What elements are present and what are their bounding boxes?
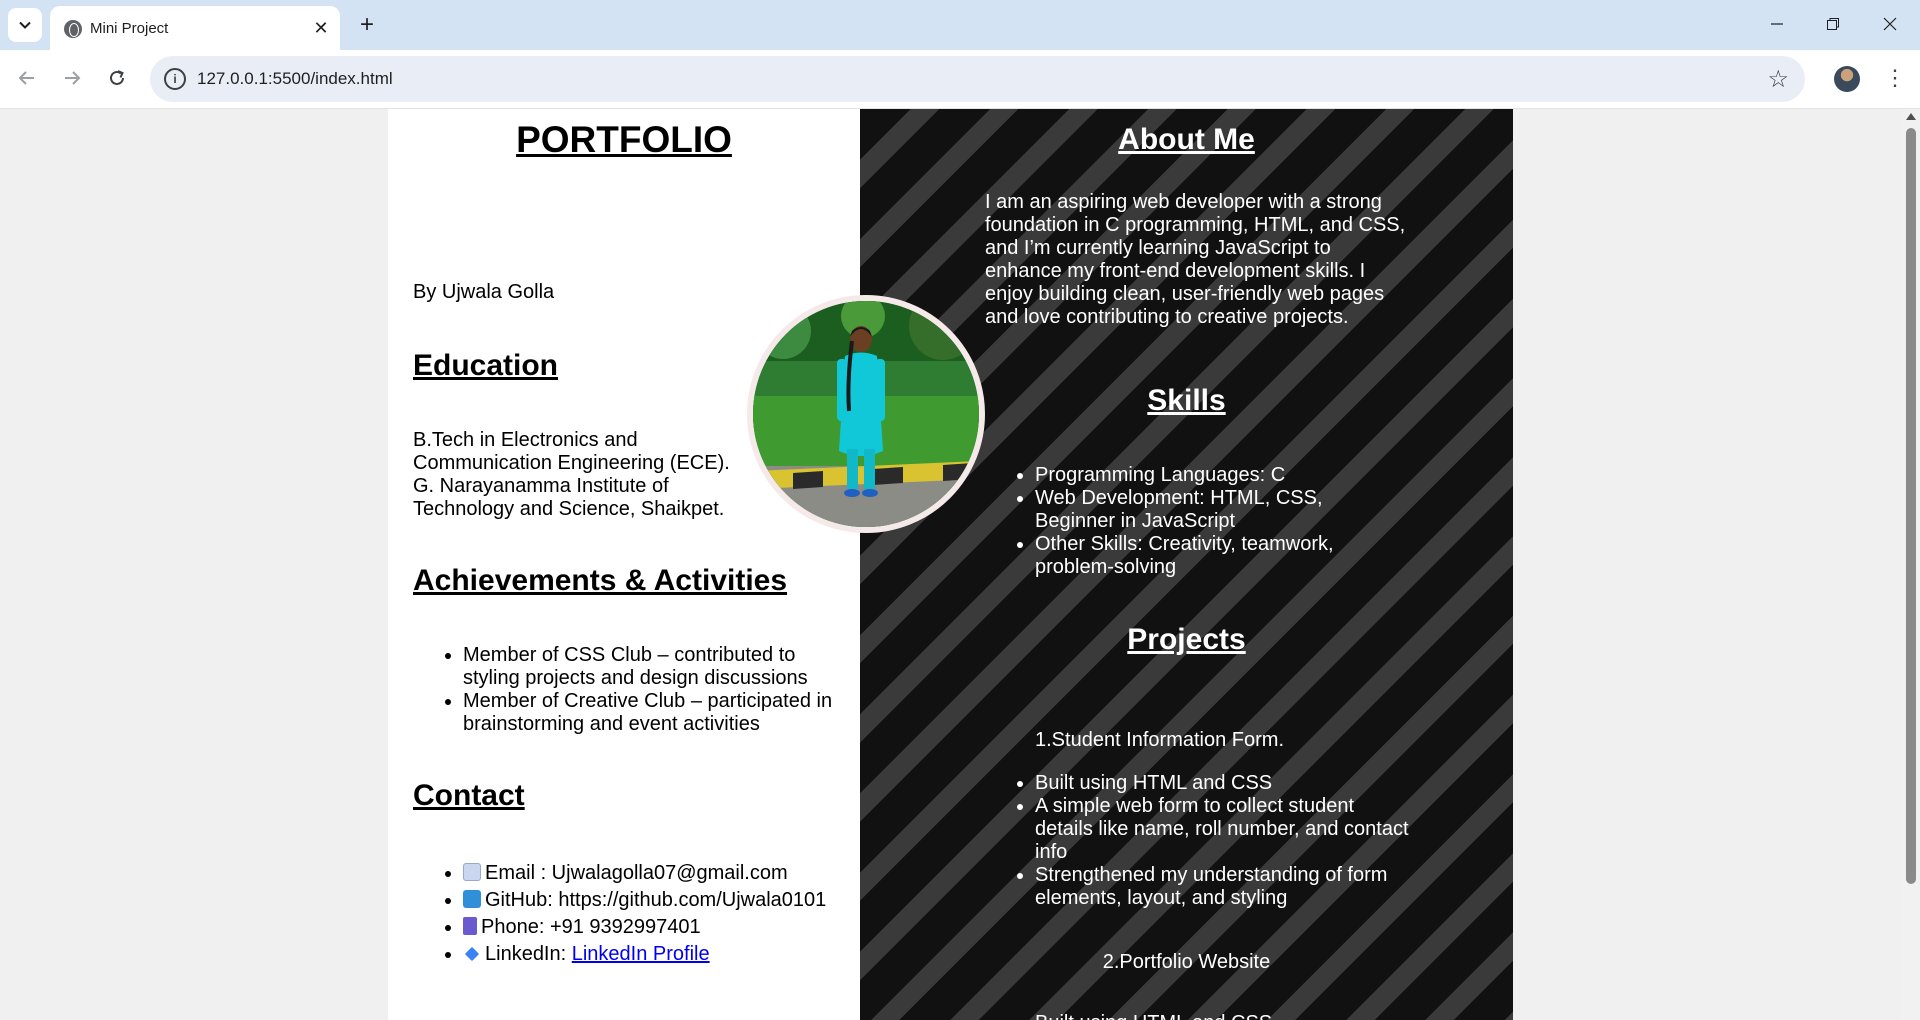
contact-github: GitHub: https://github.com/Ujwala0101 — [485, 889, 827, 911]
contact-linkedin-label: LinkedIn: — [485, 943, 572, 965]
arrow-left-icon — [18, 71, 34, 85]
email-icon — [463, 863, 481, 881]
education-line: B.Tech in Electronics and — [413, 429, 638, 451]
scroll-up-arrow-icon[interactable] — [1906, 113, 1916, 120]
education-text: B.Tech in Electronics and Communication … — [413, 429, 773, 521]
browser-tab-active[interactable]: Mini Project ✕ — [50, 6, 340, 50]
profile-avatar[interactable] — [1834, 66, 1860, 92]
chevron-down-icon — [19, 21, 31, 29]
about-heading: About Me — [1118, 123, 1255, 156]
contact-github-item: GitHub: https://github.com/Ujwala0101 — [463, 887, 858, 914]
globe-icon — [64, 20, 82, 38]
phone-icon — [463, 917, 477, 935]
linkedin-profile-link[interactable]: LinkedIn Profile — [572, 943, 710, 965]
contact-heading: Contact — [413, 779, 525, 812]
close-window-button[interactable] — [1868, 6, 1912, 42]
right-column: About Me I am an aspiring web developer … — [860, 109, 1513, 1020]
minimize-button[interactable] — [1755, 6, 1799, 42]
projects-heading: Projects — [1127, 623, 1246, 656]
education-line: Technology and Science, Shaikpet. — [413, 498, 725, 520]
profile-photo-image — [753, 301, 979, 527]
reload-button[interactable] — [99, 60, 135, 96]
close-icon — [1883, 17, 1897, 31]
more-menu-icon[interactable]: ⋮ — [1880, 62, 1910, 94]
bookmark-star-icon[interactable]: ☆ — [1767, 65, 1789, 94]
list-item: Strengthened my understanding of form el… — [1035, 864, 1410, 910]
browser-toolbar: i 127.0.0.1:5500/index.html ☆ — [0, 50, 1920, 109]
achievements-heading: Achievements & Activities — [413, 564, 788, 597]
education-line: Communication Engineering (ECE). — [413, 452, 730, 474]
info-icon[interactable]: i — [164, 68, 186, 90]
minimize-icon — [1771, 23, 1783, 25]
list-item: Built using HTML and CSS — [1035, 1012, 1410, 1020]
page-scrollbar[interactable] — [1902, 109, 1920, 1020]
contact-phone-item: Phone: +91 9392997401 — [463, 914, 858, 941]
project2-list: Built using HTML and CSS — [1035, 1012, 1410, 1020]
new-tab-button[interactable]: + — [352, 10, 382, 40]
restore-button[interactable] — [1811, 6, 1855, 42]
author-byline: By Ujwala Golla — [413, 281, 555, 303]
profile-photo — [747, 295, 985, 533]
project2-title: 2.Portfolio Website — [1102, 951, 1271, 973]
education-line: G. Narayanamma Institute of — [413, 475, 669, 497]
close-tab-icon[interactable]: ✕ — [310, 17, 332, 39]
project1-list: Built using HTML and CSS A simple web fo… — [1035, 772, 1410, 910]
back-button[interactable] — [9, 60, 45, 96]
list-item: Programming Languages: C — [1035, 464, 1375, 487]
list-item: Member of Creative Club – participated i… — [463, 690, 848, 736]
list-item: Built using HTML and CSS — [1035, 772, 1410, 795]
achievements-list: Member of CSS Club – contributed to styl… — [463, 644, 848, 736]
skills-list: Programming Languages: C Web Development… — [1035, 464, 1375, 579]
list-item: Web Development: HTML, CSS, Beginner in … — [1035, 487, 1375, 533]
tab-search-button[interactable] — [8, 8, 42, 42]
contact-linkedin-item: LinkedIn: LinkedIn Profile — [463, 941, 858, 968]
contact-list: Email : Ujwalagolla07@gmail.com GitHub: … — [463, 860, 858, 968]
forward-button[interactable] — [54, 60, 90, 96]
contact-phone: Phone: +91 9392997401 — [481, 916, 701, 938]
tab-title: Mini Project — [90, 20, 169, 37]
url-text[interactable]: 127.0.0.1:5500/index.html — [197, 69, 393, 89]
computer-icon — [463, 890, 481, 908]
arrow-right-icon — [65, 71, 81, 85]
page-viewport: PORTFOLIO By Ujwala Golla Education B.Te… — [0, 109, 1902, 1020]
contact-email: Email : Ujwalagolla07@gmail.com — [485, 862, 788, 884]
tab-strip: Mini Project ✕ + — [0, 0, 1920, 50]
project1-title: 1.Student Information Form. — [1035, 729, 1285, 751]
reload-icon — [110, 70, 124, 85]
left-column: PORTFOLIO By Ujwala Golla Education B.Te… — [388, 109, 860, 1020]
scrollbar-thumb[interactable] — [1906, 128, 1916, 884]
list-item: Member of CSS Club – contributed to styl… — [463, 644, 848, 690]
restore-icon — [1827, 18, 1839, 30]
list-item: Other Skills: Creativity, teamwork, prob… — [1035, 533, 1375, 579]
page-title: PORTFOLIO — [516, 119, 732, 160]
address-bar[interactable]: i 127.0.0.1:5500/index.html ☆ — [150, 56, 1805, 102]
contact-email-item: Email : Ujwalagolla07@gmail.com — [463, 860, 858, 887]
about-text: I am an aspiring web developer with a st… — [985, 191, 1406, 328]
list-item: A simple web form to collect student det… — [1035, 795, 1410, 864]
diamond-icon — [464, 946, 480, 962]
education-heading: Education — [413, 349, 559, 382]
